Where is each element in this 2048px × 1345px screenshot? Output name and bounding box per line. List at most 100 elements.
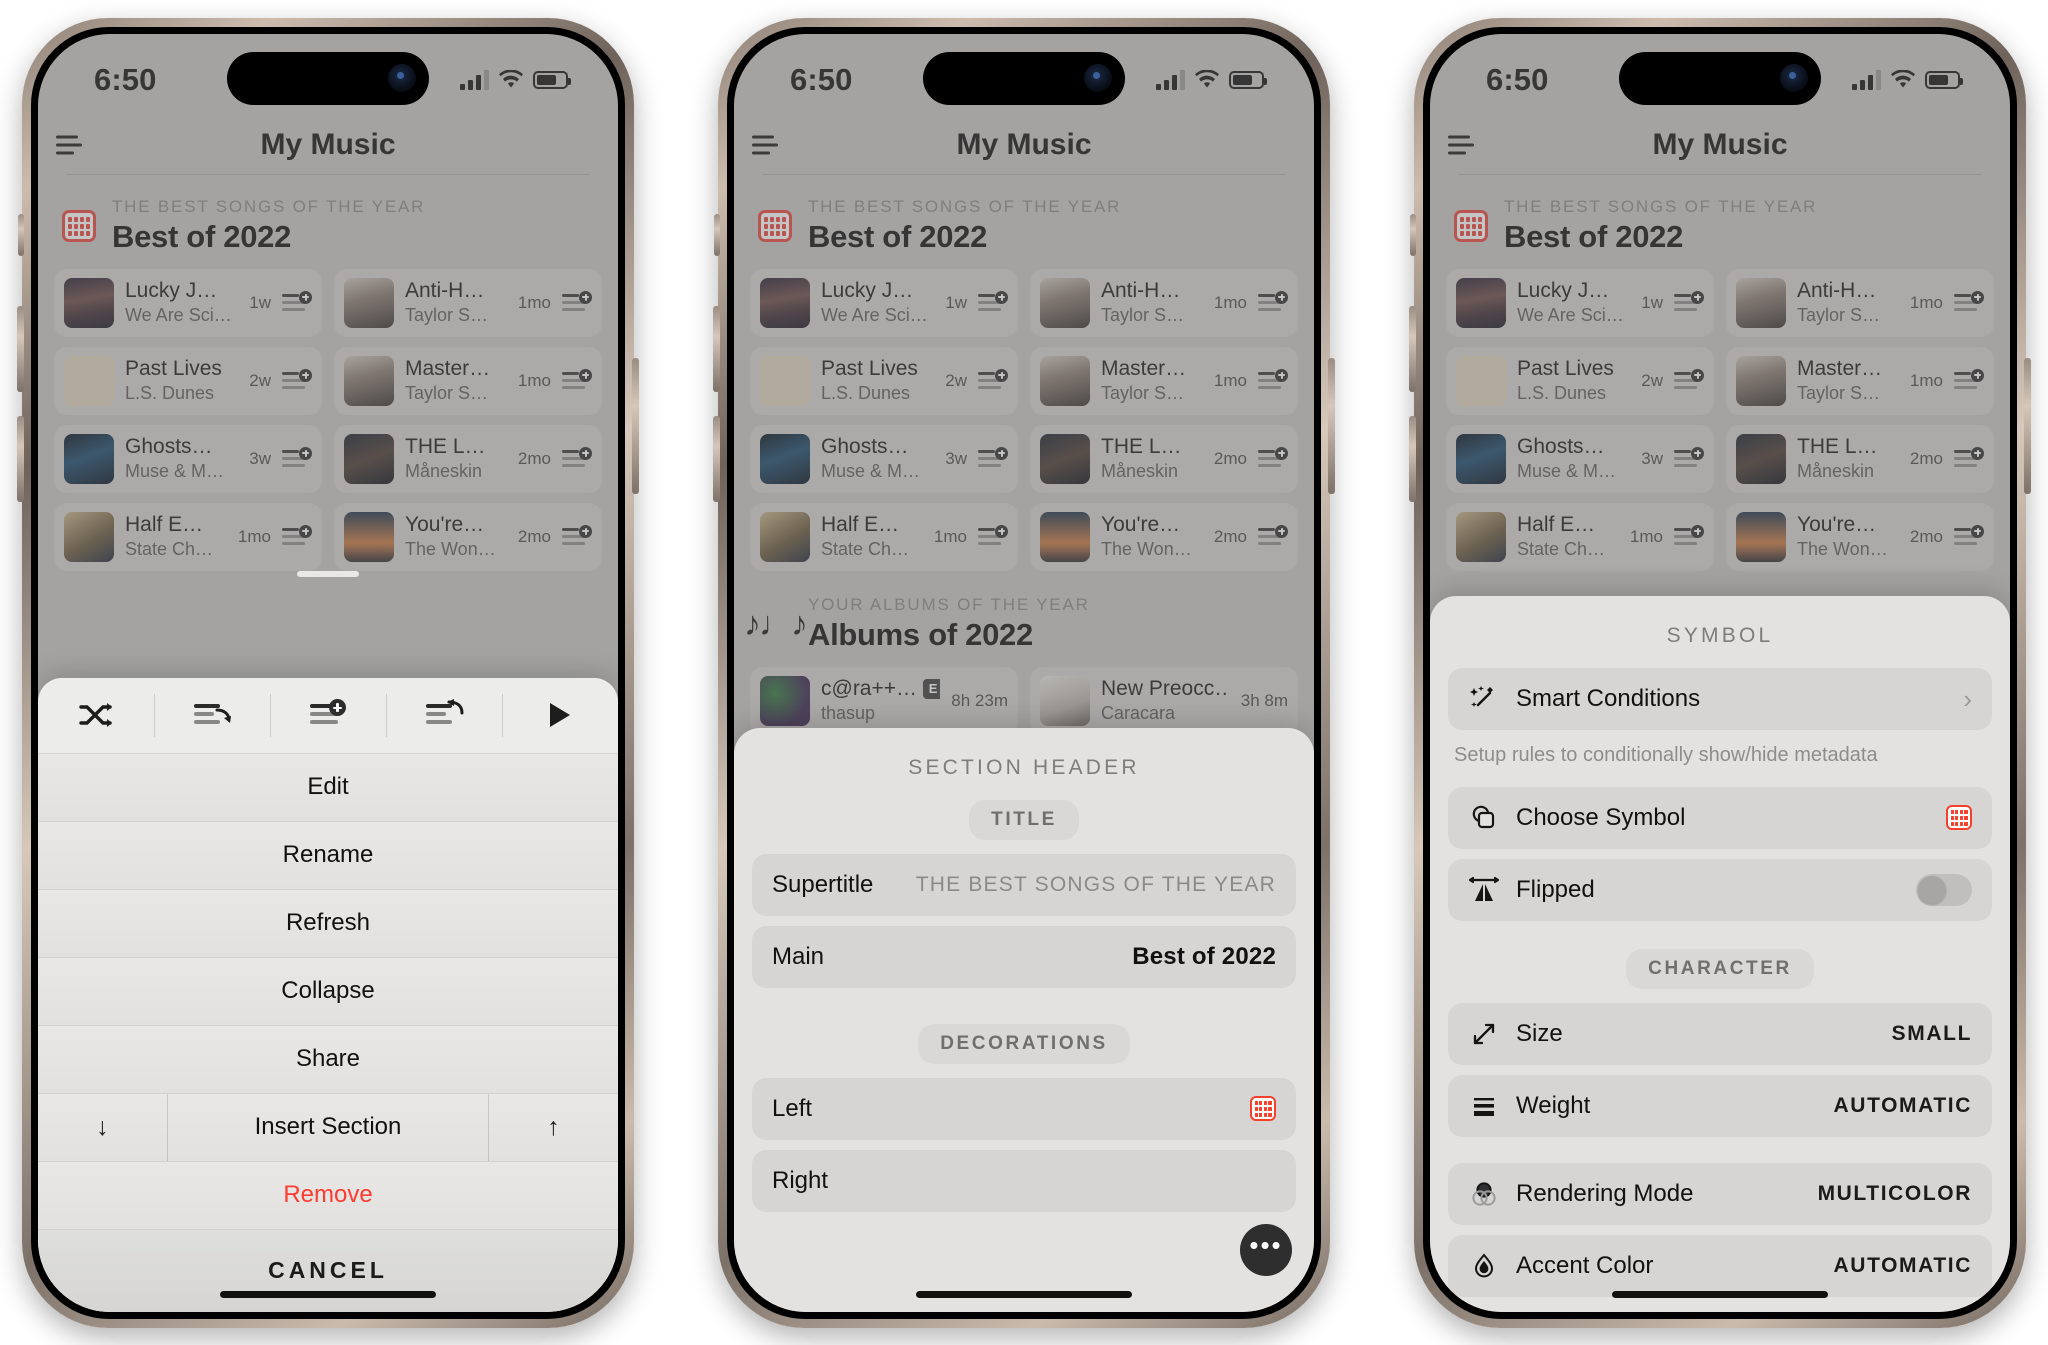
hamburger-menu-icon[interactable] <box>56 135 82 154</box>
volume-down-button[interactable] <box>1409 415 1416 502</box>
add-to-playlist-icon[interactable] <box>1954 290 1984 315</box>
list-item[interactable]: Master… Taylor S… 1mo <box>334 346 602 415</box>
list-item[interactable]: Ghosts… Muse & M… 3w <box>750 424 1018 493</box>
section-header-albums[interactable]: ♪♩♪ YOUR ALBUMS OF THE YEAR Albums of 20… <box>744 589 1298 667</box>
hamburger-menu-icon[interactable] <box>1448 135 1474 154</box>
chevron-right-icon[interactable]: › <box>1963 686 1972 712</box>
sheet-grabber[interactable] <box>297 570 359 577</box>
add-to-playlist-icon[interactable] <box>1674 524 1704 549</box>
list-item[interactable]: Past Lives L.S. Dunes 2w <box>750 346 1018 415</box>
add-to-playlist-icon[interactable] <box>282 290 312 315</box>
row-choose-symbol[interactable]: Choose Symbol <box>1448 786 1992 849</box>
list-item[interactable]: Master… Taylor S… 1mo <box>1030 346 1298 415</box>
list-item[interactable]: Lucky J… We Are Sci… 1w <box>54 268 322 337</box>
add-to-playlist-icon[interactable] <box>1954 368 1984 393</box>
add-to-playlist-icon[interactable] <box>282 446 312 471</box>
add-to-playlist-icon[interactable] <box>978 524 1008 549</box>
list-item[interactable]: You're… The Won… 2mo <box>1726 502 1994 571</box>
add-to-playlist-icon[interactable] <box>1258 446 1288 471</box>
list-item[interactable]: You're… The Won… 2mo <box>1030 502 1298 571</box>
row-right-decoration[interactable]: Right <box>752 1149 1296 1212</box>
volume-down-button[interactable] <box>17 415 24 502</box>
section-header-songs[interactable]: THE BEST SONGS OF THE YEAR Best of 2022 <box>1446 191 1994 269</box>
shuffle-icon[interactable] <box>38 678 154 753</box>
silence-switch[interactable] <box>1410 213 1416 256</box>
volume-up-button[interactable] <box>713 305 720 392</box>
row-left-decoration[interactable]: Left <box>752 1077 1296 1140</box>
list-item[interactable]: Ghosts… Muse & M… 3w <box>54 424 322 493</box>
more-ellipsis-icon[interactable]: ••• <box>1240 1223 1292 1276</box>
row-flipped[interactable]: Flipped <box>1448 858 1992 921</box>
list-item[interactable]: Half E… State Ch… 1mo <box>1446 502 1714 571</box>
row-accent-color[interactable]: Accent Color AUTOMATIC <box>1448 1234 1992 1297</box>
menu-item-edit[interactable]: Edit <box>38 753 618 822</box>
list-item[interactable]: Past Lives L.S. Dunes 2w <box>1446 346 1714 415</box>
menu-item-share[interactable]: Share <box>38 1025 618 1094</box>
add-to-playlist-icon[interactable] <box>1674 446 1704 471</box>
add-to-playlist-icon[interactable] <box>1954 524 1984 549</box>
add-to-playlist-icon[interactable] <box>1954 446 1984 471</box>
arrow-up-icon[interactable]: ↑ <box>488 1093 618 1161</box>
section-header-songs[interactable]: THE BEST SONGS OF THE YEAR Best of 2022 <box>54 191 602 269</box>
list-item[interactable]: New Preocc… Caracara 3h 8m <box>1030 666 1298 735</box>
list-item[interactable]: Ghosts… Muse & M… 3w <box>1446 424 1714 493</box>
add-to-playlist-icon[interactable] <box>270 678 386 753</box>
play-next-icon[interactable] <box>154 678 270 753</box>
row-size[interactable]: Size SMALL <box>1448 1002 1992 1065</box>
home-indicator[interactable] <box>1612 1290 1828 1298</box>
row-supertitle[interactable]: Supertitle THE BEST SONGS OF THE YEAR <box>752 853 1296 916</box>
list-item[interactable]: Anti-H… Taylor S… 1mo <box>1030 268 1298 337</box>
list-item[interactable]: THE L… Måneskin 2mo <box>1030 424 1298 493</box>
row-main[interactable]: Main Best of 2022 <box>752 925 1296 988</box>
calendar-icon[interactable] <box>1250 1096 1276 1121</box>
list-item[interactable]: c@ra++… E thasup 8h 23m <box>750 666 1018 735</box>
add-to-playlist-icon[interactable] <box>562 368 592 393</box>
add-to-playlist-icon[interactable] <box>562 290 592 315</box>
silence-switch[interactable] <box>18 213 24 256</box>
flipped-toggle[interactable] <box>1916 873 1972 906</box>
calendar-icon[interactable] <box>1946 805 1972 830</box>
list-item[interactable]: THE L… Måneskin 2mo <box>1726 424 1994 493</box>
volume-up-button[interactable] <box>1409 305 1416 392</box>
cancel-button[interactable]: CANCEL <box>38 1229 618 1312</box>
add-to-playlist-icon[interactable] <box>562 446 592 471</box>
home-indicator[interactable] <box>916 1290 1132 1298</box>
add-to-playlist-icon[interactable] <box>1674 368 1704 393</box>
add-to-playlist-icon[interactable] <box>978 368 1008 393</box>
add-to-playlist-icon[interactable] <box>282 368 312 393</box>
add-to-playlist-icon[interactable] <box>562 524 592 549</box>
row-weight[interactable]: Weight AUTOMATIC <box>1448 1074 1992 1137</box>
row-smart-conditions[interactable]: Smart Conditions › <box>1448 667 1992 730</box>
power-button[interactable] <box>632 357 639 494</box>
list-item[interactable]: THE L… Måneskin 2mo <box>334 424 602 493</box>
row-rendering-mode[interactable]: Rendering Mode MULTICOLOR <box>1448 1162 1992 1225</box>
add-to-playlist-icon[interactable] <box>1258 290 1288 315</box>
list-item[interactable]: Half E… State Ch… 1mo <box>750 502 1018 571</box>
add-to-playlist-icon[interactable] <box>282 524 312 549</box>
list-item[interactable]: Past Lives L.S. Dunes 2w <box>54 346 322 415</box>
menu-item-refresh[interactable]: Refresh <box>38 889 618 958</box>
home-indicator[interactable] <box>220 1290 436 1298</box>
arrow-down-icon[interactable]: ↓ <box>38 1093 168 1161</box>
menu-item-rename[interactable]: Rename <box>38 821 618 890</box>
hamburger-menu-icon[interactable] <box>752 135 778 154</box>
silence-switch[interactable] <box>714 213 720 256</box>
add-to-playlist-icon[interactable] <box>1258 368 1288 393</box>
list-item[interactable]: You're… The Won… 2mo <box>334 502 602 571</box>
power-button[interactable] <box>2024 357 2031 494</box>
add-to-playlist-icon[interactable] <box>978 290 1008 315</box>
list-item[interactable]: Anti-H… Taylor S… 1mo <box>334 268 602 337</box>
list-item[interactable]: Lucky J… We Are Sci… 1w <box>750 268 1018 337</box>
section-header-songs[interactable]: THE BEST SONGS OF THE YEAR Best of 2022 <box>750 191 1298 269</box>
volume-down-button[interactable] <box>713 415 720 502</box>
add-to-playlist-icon[interactable] <box>978 446 1008 471</box>
list-item[interactable]: Anti-H… Taylor S… 1mo <box>1726 268 1994 337</box>
menu-item-remove[interactable]: Remove <box>38 1161 618 1230</box>
menu-item-insert-section[interactable]: ↓ Insert Section ↑ <box>38 1093 618 1162</box>
menu-item-collapse[interactable]: Collapse <box>38 957 618 1026</box>
add-to-playlist-icon[interactable] <box>1674 290 1704 315</box>
volume-up-button[interactable] <box>17 305 24 392</box>
power-button[interactable] <box>1328 357 1335 494</box>
list-item[interactable]: Half E… State Ch… 1mo <box>54 502 322 571</box>
list-item[interactable]: Lucky J… We Are Sci… 1w <box>1446 268 1714 337</box>
